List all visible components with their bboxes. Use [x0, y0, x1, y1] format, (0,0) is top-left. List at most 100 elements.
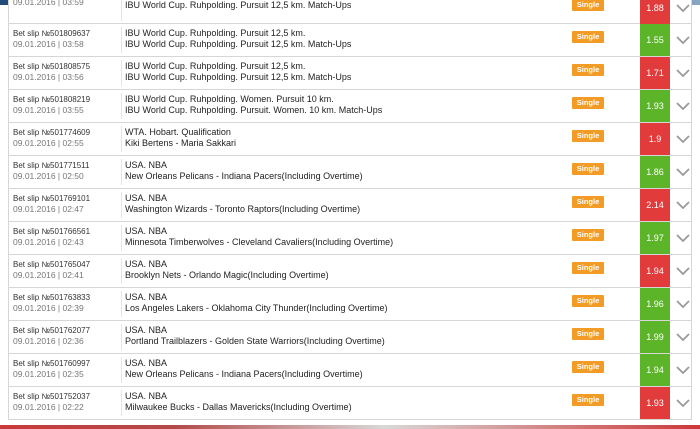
- chevron-down-icon: [675, 69, 690, 78]
- chevron-down-icon: [675, 399, 690, 408]
- bet-slip-row[interactable]: Bet slip №501760997 09.01.2016 | 02:35 U…: [8, 354, 692, 387]
- event-description: IBU World Cup. Ruhpolding. Pursuit 12,5 …: [125, 61, 565, 83]
- event-tournament: USA. NBA: [125, 226, 168, 236]
- expand-button[interactable]: [672, 354, 693, 386]
- bet-slip-meta: Bet slip №501765047 09.01.2016 | 02:41: [13, 260, 121, 281]
- event-description: IBU World Cup. Ruhpolding. Pursuit 12,5 …: [125, 28, 565, 50]
- bet-slip-date: 09.01.2016 | 02:43: [13, 237, 84, 247]
- bet-slip-row[interactable]: Bet slip №501765047 09.01.2016 | 02:41 U…: [8, 255, 692, 288]
- event-description: USA. NBA Los Angeles Lakers - Oklahoma C…: [125, 292, 565, 314]
- bet-slip-date: 09.01.2016 | 03:55: [13, 105, 84, 115]
- event-description: USA. NBA New Orleans Pelicans - Indiana …: [125, 160, 565, 182]
- event-match: IBU World Cup. Ruhpolding. Pursuit. Wome…: [125, 105, 383, 115]
- bet-slip-number: Bet slip №501763833: [13, 293, 91, 302]
- expand-button[interactable]: [672, 0, 693, 24]
- event-match: Los Angeles Lakers - Oklahoma City Thund…: [125, 303, 388, 313]
- bet-slip-meta: Bet slip №501752037 09.01.2016 | 02:22: [13, 392, 121, 413]
- bet-slip-row[interactable]: Bet slip №501766561 09.01.2016 | 02:43 U…: [8, 222, 692, 255]
- bet-slip-row[interactable]: 09.01.2016 | 03:59 IBU World Cup. Ruhpol…: [8, 0, 692, 24]
- bet-type-badge: Single: [572, 229, 604, 241]
- bet-slip-row[interactable]: Bet slip №501752037 09.01.2016 | 02:22 U…: [8, 387, 692, 420]
- column-divider: [121, 126, 122, 152]
- chevron-down-icon: [675, 333, 690, 342]
- bet-slip-date: 09.01.2016 | 03:58: [13, 39, 84, 49]
- column-divider: [121, 192, 122, 218]
- bet-slip-row[interactable]: Bet slip №501808575 09.01.2016 | 03:56 I…: [8, 57, 692, 90]
- bet-slip-meta: Bet slip №501771511 09.01.2016 | 02:50: [13, 161, 121, 182]
- expand-button[interactable]: [672, 189, 693, 221]
- bet-slip-number: Bet slip №501774609: [13, 128, 91, 137]
- chevron-down-icon: [675, 366, 690, 375]
- bet-slip-date: 09.01.2016 | 02:22: [13, 402, 84, 412]
- bet-slip-meta: Bet slip №501763833 09.01.2016 | 02:39: [13, 293, 121, 314]
- event-tournament: IBU World Cup. Ruhpolding. Women. Pursui…: [125, 94, 334, 104]
- column-divider: [121, 93, 122, 119]
- odds-value: 1.88: [640, 0, 670, 24]
- expand-button[interactable]: [672, 156, 693, 188]
- event-match: Washington Wizards - Toronto Raptors(Inc…: [125, 204, 361, 214]
- bet-slip-row[interactable]: Bet slip №501771511 09.01.2016 | 02:50 U…: [8, 156, 692, 189]
- bet-type-badge: Single: [572, 163, 604, 175]
- bet-slip-number: Bet slip №501762077: [13, 326, 91, 335]
- bet-slip-number: Bet slip №501808575: [13, 62, 91, 71]
- column-divider: [121, 0, 122, 21]
- event-match: New Orleans Pelicans - Indiana Pacers(In…: [125, 171, 363, 181]
- expand-button[interactable]: [672, 255, 693, 287]
- column-divider: [121, 258, 122, 284]
- event-description: WTA. Hobart. Qualification Kiki Bertens …: [125, 127, 565, 149]
- odds-value: 1.96: [640, 288, 670, 320]
- expand-button[interactable]: [672, 387, 693, 419]
- odds-value: 1.99: [640, 321, 670, 353]
- event-match: Milwaukee Bucks - Dallas Mavericks(Inclu…: [125, 402, 352, 412]
- odds-value: 1.94: [640, 255, 670, 287]
- bet-slip-date: 09.01.2016 | 03:56: [13, 72, 84, 82]
- odds-value: 1.94: [640, 354, 670, 386]
- bet-slip-date: 09.01.2016 | 02:41: [13, 270, 84, 280]
- bet-type-badge: Single: [572, 97, 604, 109]
- event-match: Minnesota Timberwolves - Cleveland Caval…: [125, 237, 394, 247]
- expand-button[interactable]: [672, 123, 693, 155]
- event-tournament: USA. NBA: [125, 259, 168, 269]
- expand-button[interactable]: [672, 288, 693, 320]
- bet-slip-number: Bet slip №501808219: [13, 95, 91, 104]
- bet-slip-row[interactable]: Bet slip №501808219 09.01.2016 | 03:55 I…: [8, 90, 692, 123]
- chevron-down-icon: [675, 168, 690, 177]
- event-description: IBU World Cup. Ruhpolding. Women. Pursui…: [125, 94, 565, 116]
- chevron-down-icon: [675, 300, 690, 309]
- event-tournament: USA. NBA: [125, 391, 168, 401]
- bet-slip-row[interactable]: Bet slip №501809637 09.01.2016 | 03:58 I…: [8, 24, 692, 57]
- bet-slip-meta: Bet slip №501809637 09.01.2016 | 03:58: [13, 29, 121, 50]
- event-match: New Orleans Pelicans - Indiana Pacers(In…: [125, 369, 363, 379]
- bet-slip-row[interactable]: Bet slip №501762077 09.01.2016 | 02:36 U…: [8, 321, 692, 354]
- event-description: USA. NBA Minnesota Timberwolves - Clevel…: [125, 226, 565, 248]
- odds-value: 1.97: [640, 222, 670, 254]
- column-divider: [121, 291, 122, 317]
- event-description: USA. NBA Portland Trailblazers - Golden …: [125, 325, 565, 347]
- event-match: Brooklyn Nets - Orlando Magic(Including …: [125, 270, 329, 280]
- expand-button[interactable]: [672, 24, 693, 56]
- chevron-down-icon: [675, 267, 690, 276]
- odds-value: 1.71: [640, 57, 670, 89]
- odds-value: 2.14: [640, 189, 670, 221]
- expand-button[interactable]: [672, 321, 693, 353]
- expand-button[interactable]: [672, 90, 693, 122]
- bet-slip-date: 09.01.2016 | 02:35: [13, 369, 84, 379]
- bet-slip-row[interactable]: Bet slip №501763833 09.01.2016 | 02:39 U…: [8, 288, 692, 321]
- bet-slip-meta: Bet slip №501762077 09.01.2016 | 02:36: [13, 326, 121, 347]
- bet-type-badge: Single: [572, 31, 604, 43]
- event-description: USA. NBA Milwaukee Bucks - Dallas Maveri…: [125, 391, 565, 413]
- bet-slip-date: 09.01.2016 | 02:55: [13, 138, 84, 148]
- event-description: USA. NBA New Orleans Pelicans - Indiana …: [125, 358, 565, 380]
- bet-slip-meta: Bet slip №501769101 09.01.2016 | 02:47: [13, 194, 121, 215]
- bet-slip-date: 09.01.2016 | 02:36: [13, 336, 84, 346]
- chevron-down-icon: [675, 36, 690, 45]
- event-match: IBU World Cup. Ruhpolding. Pursuit 12,5 …: [125, 39, 352, 49]
- bet-type-badge: Single: [572, 0, 604, 11]
- bet-slip-row[interactable]: Bet slip №501769101 09.01.2016 | 02:47 U…: [8, 189, 692, 222]
- expand-button[interactable]: [672, 222, 693, 254]
- bet-slip-row[interactable]: Bet slip №501774609 09.01.2016 | 02:55 W…: [8, 123, 692, 156]
- bet-type-badge: Single: [572, 295, 604, 307]
- odds-value: 1.86: [640, 156, 670, 188]
- column-divider: [121, 60, 122, 86]
- expand-button[interactable]: [672, 57, 693, 89]
